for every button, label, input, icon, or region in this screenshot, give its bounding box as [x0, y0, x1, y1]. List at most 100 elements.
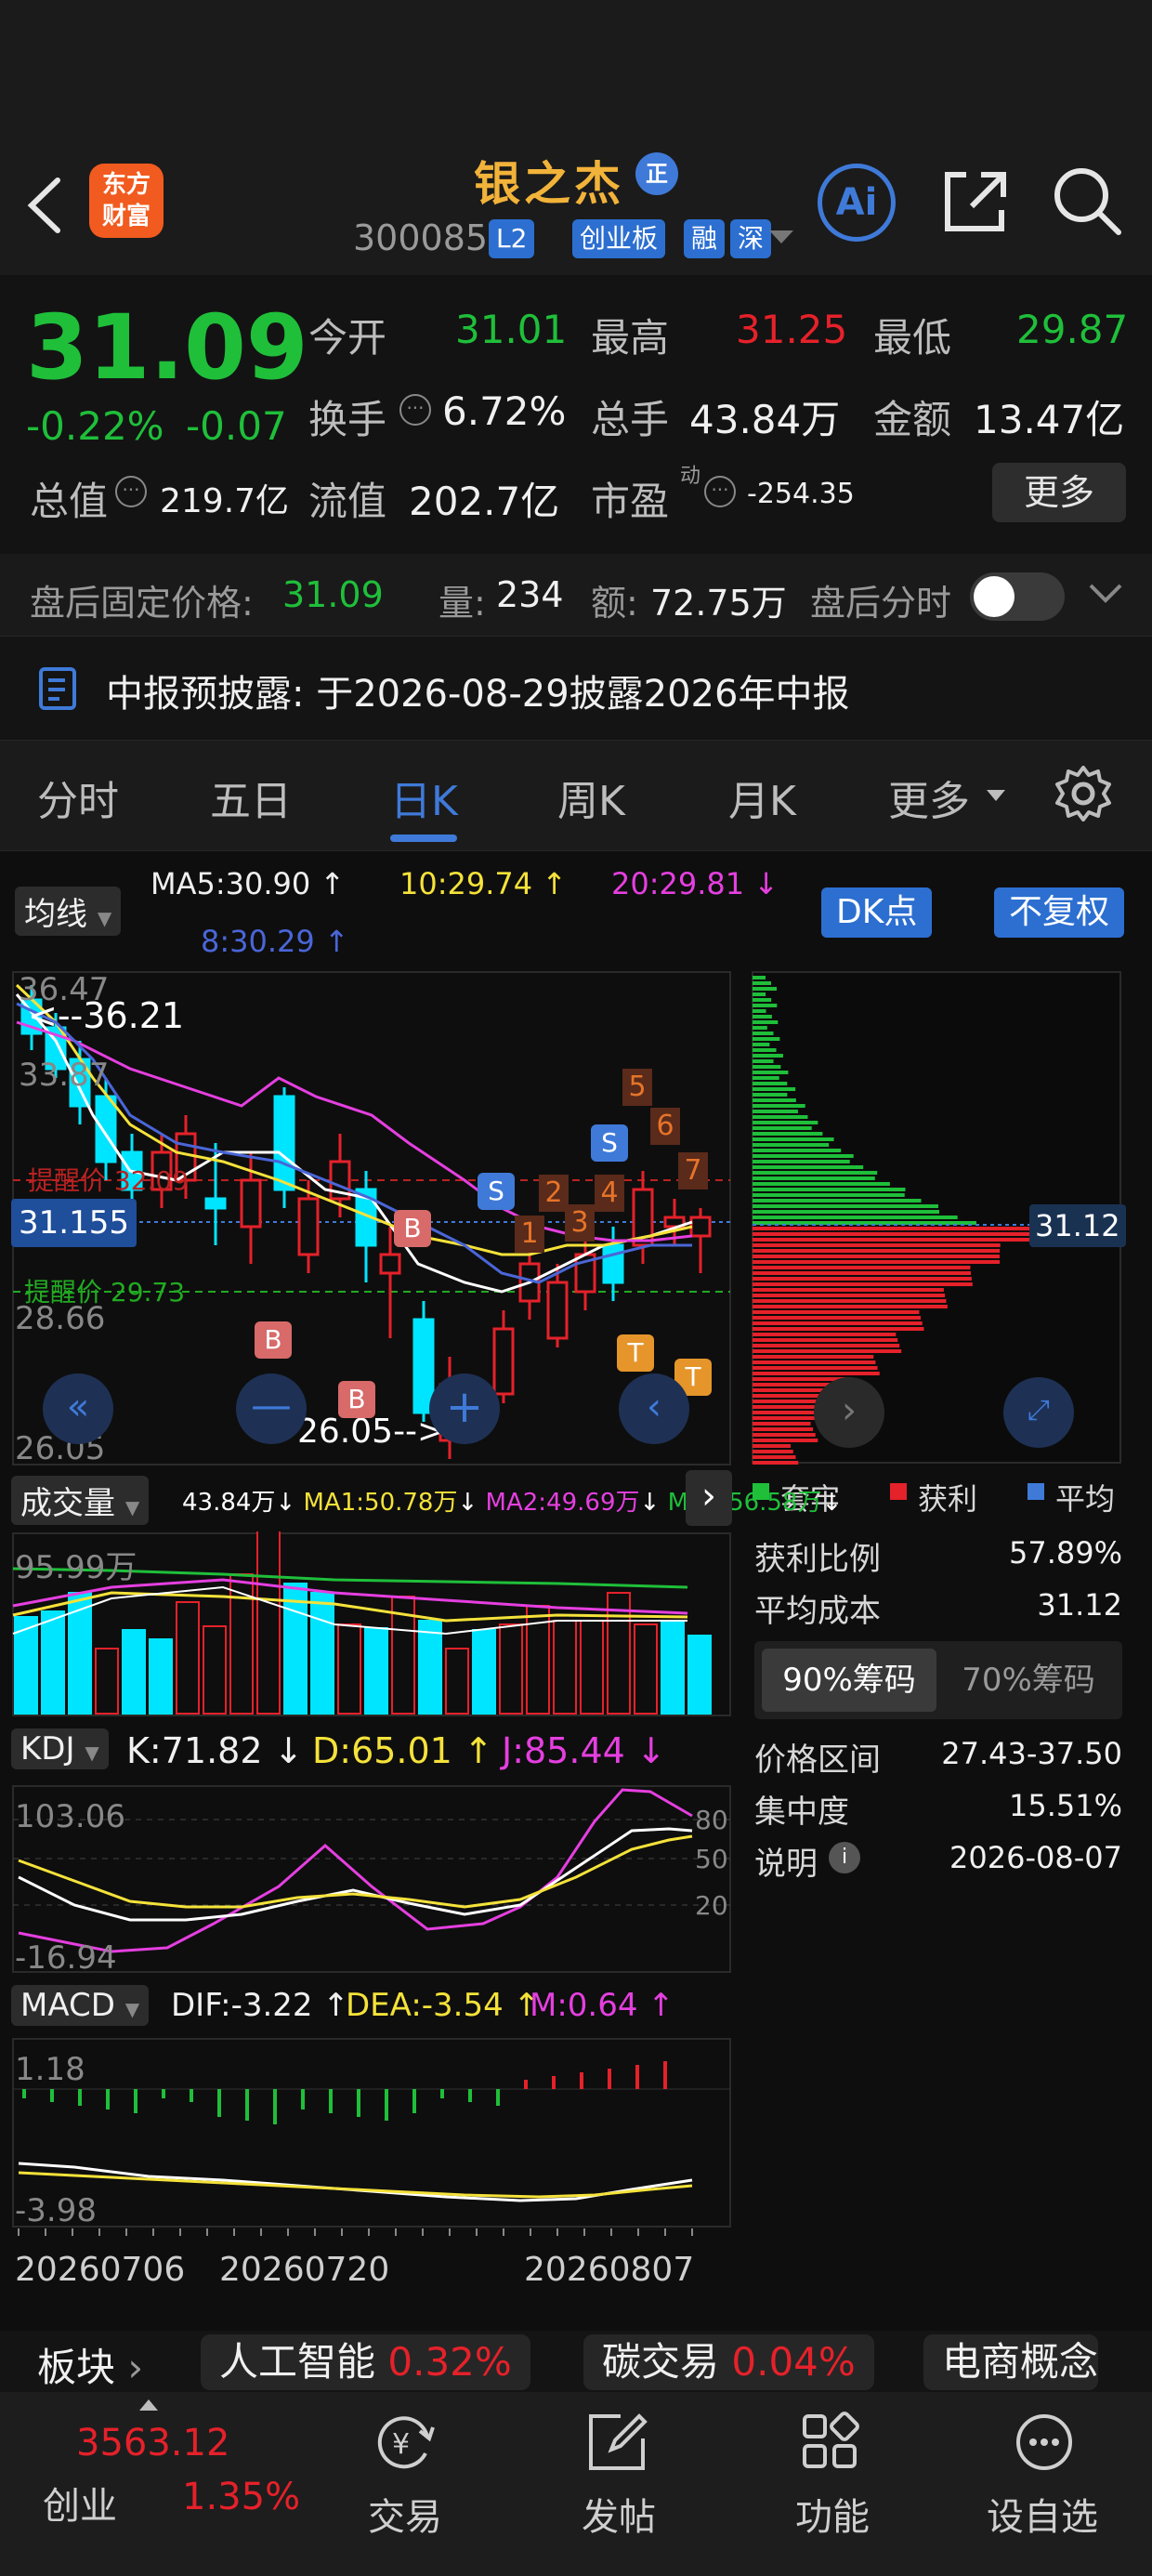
- sector-label[interactable]: 板块 ›: [37, 2336, 143, 2393]
- buy-signal[interactable]: B: [338, 1381, 375, 1418]
- expand-icon[interactable]: ⤢: [1003, 1377, 1074, 1448]
- chevron-down-icon[interactable]: [767, 229, 795, 247]
- tab-monthly-k[interactable]: 月K: [728, 768, 796, 827]
- tag-board[interactable]: 创业板: [572, 219, 666, 258]
- dk-point-button[interactable]: DK点: [821, 887, 933, 938]
- chip-bar: [753, 1037, 780, 1041]
- sell-signal[interactable]: S: [478, 1173, 515, 1210]
- macd-bar: [468, 2089, 472, 2102]
- macd-bar: [496, 2089, 500, 2106]
- chevron-down-icon[interactable]: [985, 788, 1007, 803]
- tab-five-day[interactable]: 五日: [210, 768, 292, 827]
- info-dots-icon[interactable]: ···: [704, 476, 736, 507]
- ma-dropdown[interactable]: 均线 ▼: [15, 887, 122, 936]
- chip-bar: [753, 1087, 796, 1091]
- open-value: 31.01: [455, 307, 568, 352]
- back-icon[interactable]: [20, 173, 67, 238]
- chip-bar: [753, 1433, 816, 1437]
- share-icon[interactable]: [938, 164, 1013, 238]
- kdj-chart[interactable]: 103.06 -16.94 80 50 20: [0, 1784, 734, 1974]
- trade-icon[interactable]: ¥: [372, 2409, 439, 2476]
- index-change[interactable]: 1.35%: [182, 2476, 300, 2518]
- chip-bar: [753, 1121, 818, 1124]
- sector-chip[interactable]: 人工智能 0.32%: [201, 2334, 530, 2390]
- chip-bar: [753, 1071, 789, 1074]
- chip-bar: [753, 1015, 772, 1019]
- dk-number: 7: [678, 1152, 708, 1189]
- volume-bar: [553, 1620, 577, 1715]
- nav-functions[interactable]: 功能: [795, 2487, 870, 2541]
- index-value[interactable]: 3563.12: [76, 2422, 229, 2464]
- indicator-next-icon[interactable]: ›: [686, 1470, 732, 1526]
- info-icon[interactable]: i: [829, 1842, 860, 1873]
- no-adjust-button[interactable]: 不复权: [994, 887, 1125, 938]
- dk-number: 1: [515, 1216, 544, 1253]
- settings-gear-icon[interactable]: [1054, 764, 1113, 823]
- macd-bar: [635, 2065, 639, 2089]
- chevron-down-icon[interactable]: [1085, 576, 1126, 613]
- float-label: 流值: [308, 479, 387, 524]
- volume-dropdown[interactable]: 成交量 ▼: [11, 1476, 150, 1525]
- tag-exchange[interactable]: 深: [730, 219, 772, 258]
- chip-bar: [753, 1227, 1039, 1230]
- info-dots-icon[interactable]: ···: [115, 476, 147, 507]
- chip-bar: [753, 976, 766, 979]
- tab-more[interactable]: 更多: [888, 768, 970, 827]
- zoom-out-icon[interactable]: —: [236, 1373, 307, 1444]
- compose-icon[interactable]: [583, 2409, 650, 2476]
- kdj-dropdown[interactable]: KDJ ▼: [11, 1728, 109, 1769]
- pe-sup: 动: [680, 465, 701, 488]
- volume-bar: [445, 1648, 469, 1715]
- chip-bar: [753, 1143, 830, 1147]
- nav-post[interactable]: 发帖: [582, 2487, 656, 2541]
- candle-body: [273, 1095, 295, 1191]
- tag-margin[interactable]: 融: [684, 219, 726, 258]
- more-dots-icon[interactable]: [1011, 2409, 1078, 2476]
- sector-chip[interactable]: 碳交易 0.04%: [583, 2334, 874, 2390]
- chip-next-icon[interactable]: ›: [814, 1377, 884, 1448]
- tag-l2[interactable]: L2: [489, 219, 535, 258]
- buy-signal[interactable]: B: [255, 1321, 292, 1359]
- macd-bar: [552, 2076, 556, 2089]
- tab-chip-70[interactable]: 70%筹码: [940, 1649, 1117, 1712]
- change-pct: -0.22%: [26, 403, 164, 449]
- notice-text[interactable]: 中报预披露: 于2026-08-29披露2026年中报: [106, 664, 849, 717]
- after-timeline-toggle[interactable]: [970, 572, 1065, 621]
- zoom-in-icon[interactable]: +: [429, 1373, 500, 1444]
- ai-assistant-icon[interactable]: Ai: [818, 164, 896, 242]
- macd-dropdown[interactable]: MACD ▼: [11, 1985, 150, 2026]
- tab-intraday[interactable]: 分时: [37, 768, 119, 827]
- sector-chip[interactable]: 电商概念: [923, 2334, 1099, 2390]
- volume-bar: [364, 1627, 388, 1715]
- scroll-left-icon[interactable]: ‹: [619, 1373, 689, 1444]
- macd-y-bottom: -3.98: [15, 2192, 97, 2228]
- app-logo: 东方 财富: [89, 164, 164, 238]
- sell-signal[interactable]: S: [591, 1124, 628, 1162]
- tab-daily-k[interactable]: 日K: [390, 768, 458, 827]
- chevron-up-icon[interactable]: [137, 2398, 160, 2412]
- nav-trade[interactable]: 交易: [368, 2487, 442, 2541]
- macd-chart[interactable]: 1.18 -3.98: [0, 2037, 734, 2228]
- grid-apps-icon[interactable]: [797, 2409, 864, 2476]
- more-button[interactable]: 更多: [992, 463, 1126, 522]
- pe-label: 市盈: [591, 479, 670, 524]
- scroll-left-fast-icon[interactable]: «: [43, 1373, 113, 1444]
- tab-chip-90[interactable]: 90%筹码: [762, 1649, 936, 1712]
- chip-bar: [753, 1137, 834, 1141]
- index-name[interactable]: 创业: [43, 2476, 117, 2530]
- buy-signal[interactable]: B: [394, 1210, 431, 1247]
- legend-average: 平均: [1055, 1481, 1116, 1517]
- nav-add-watchlist[interactable]: 设自选: [987, 2487, 1098, 2541]
- macd-bar: [357, 2089, 360, 2117]
- macd-bar: [190, 2089, 193, 2102]
- tab-weekly-k[interactable]: 周K: [557, 768, 625, 827]
- chip-bar: [753, 1104, 805, 1108]
- chip-bar: [753, 1277, 972, 1281]
- volume-bar: [418, 1620, 442, 1715]
- t-signal[interactable]: T: [617, 1334, 654, 1372]
- volume-chart[interactable]: 95.99万: [0, 1531, 734, 1717]
- candle-body: [546, 1281, 569, 1340]
- info-dots-icon[interactable]: ···: [399, 394, 431, 426]
- search-icon[interactable]: [1050, 164, 1124, 238]
- volume-bar: [176, 1601, 200, 1715]
